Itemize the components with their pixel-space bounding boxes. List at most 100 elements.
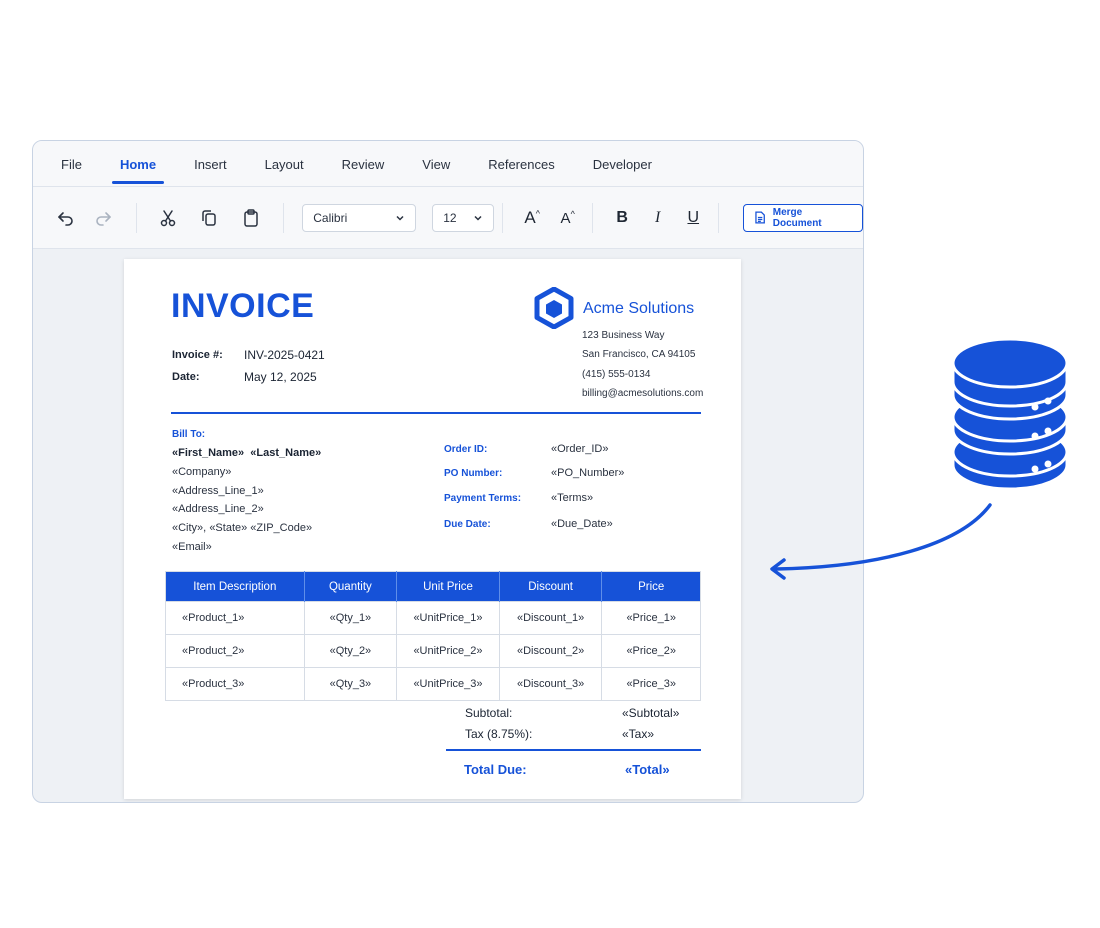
field-company: «Company» xyxy=(172,466,232,478)
tab-home[interactable]: Home xyxy=(111,141,165,187)
table-row: «Product_2» «Qty_2» «UnitPrice_2» «Disco… xyxy=(165,634,701,668)
copy-icon xyxy=(202,209,216,226)
redo-button[interactable] xyxy=(90,205,115,231)
hexagon-logo-icon xyxy=(534,287,574,329)
field-address-1: «Address_Line_1» xyxy=(172,485,264,497)
invoice-number-label: Invoice #: xyxy=(172,349,223,361)
arrow-icon xyxy=(770,503,992,580)
header-divider xyxy=(171,412,701,414)
copy-button[interactable] xyxy=(196,205,221,231)
field-last-name: «Last_Name» xyxy=(250,447,322,459)
field-terms: «Terms» xyxy=(551,492,594,504)
table-cell: «Qty_3» xyxy=(304,667,398,701)
field-due-date: «Due_Date» xyxy=(551,518,613,530)
table-cell: «Product_1» xyxy=(165,601,305,635)
font-size-value: 12 xyxy=(443,210,457,225)
table-header-row: Item Description Quantity Unit Price Dis… xyxy=(165,571,701,602)
table-cell: «Price_3» xyxy=(601,667,701,701)
field-po-number: «PO_Number» xyxy=(551,467,625,479)
font-family-select[interactable]: Calibri xyxy=(302,203,417,232)
table-row: «Product_3» «Qty_3» «UnitPrice_3» «Disco… xyxy=(165,667,701,701)
table-cell: «Discount_3» xyxy=(499,667,603,701)
font-size-select[interactable]: 12 xyxy=(432,203,495,232)
shrink-font-button[interactable]: A^ xyxy=(557,209,579,227)
field-tax: «Tax» xyxy=(622,727,655,741)
toolbar-divider xyxy=(283,202,285,233)
tab-developer[interactable]: Developer xyxy=(593,141,652,187)
bold-button[interactable]: B xyxy=(611,209,633,227)
bill-to-label: Bill To: xyxy=(172,429,206,440)
chevron-down-icon xyxy=(474,215,482,221)
cut-icon xyxy=(160,209,175,226)
company-phone: (415) 555-0134 xyxy=(582,369,651,380)
tab-view[interactable]: View xyxy=(422,141,450,187)
due-date-label: Due Date: xyxy=(444,519,491,530)
column-header: Item Description xyxy=(165,571,305,602)
field-subtotal: «Subtotal» xyxy=(622,706,680,720)
subtotal-label: Subtotal: xyxy=(465,706,513,720)
ribbon-tabs: File Home Insert Layout Review View Refe… xyxy=(33,141,863,187)
field-email: «Email» xyxy=(172,541,212,553)
company-address-1: 123 Business Way xyxy=(582,330,665,341)
tab-file[interactable]: File xyxy=(61,141,82,187)
table-cell: «Product_3» xyxy=(165,667,305,701)
tab-review[interactable]: Review xyxy=(342,141,385,187)
column-header: Price xyxy=(601,571,701,602)
table-cell: «Product_2» xyxy=(165,634,305,668)
field-state: «State» xyxy=(209,522,248,534)
underline-button[interactable]: U xyxy=(682,209,704,227)
total-due-label: Total Due: xyxy=(464,762,527,777)
toolbar-divider xyxy=(592,202,594,233)
font-family-value: Calibri xyxy=(313,210,348,225)
toolbar-divider xyxy=(502,202,504,233)
toolbar: Calibri 12 A^ A^ B I U Merge Document xyxy=(33,187,863,249)
tab-references[interactable]: References xyxy=(488,141,554,187)
field-zip: «ZIP_Code» xyxy=(250,522,313,534)
undo-icon xyxy=(57,211,73,226)
bill-to-name: «First_Name» «Last_Name» xyxy=(172,447,321,459)
tab-insert[interactable]: Insert xyxy=(194,141,227,187)
table-cell: «Qty_2» xyxy=(304,634,398,668)
merge-document-label: Merge Document xyxy=(772,206,822,229)
table-cell: «Discount_1» xyxy=(499,601,603,635)
invoice-title: INVOICE xyxy=(171,287,315,325)
document-icon xyxy=(755,211,765,224)
invoice-page[interactable]: INVOICE Invoice #: INV-2025-0421 Date: M… xyxy=(124,259,741,799)
column-header: Discount xyxy=(499,571,603,602)
invoice-date: May 12, 2025 xyxy=(244,370,317,384)
po-number-label: PO Number: xyxy=(444,468,503,479)
table-cell: «Qty_1» xyxy=(304,601,398,635)
grow-font-button[interactable]: A^ xyxy=(521,208,543,228)
line-items-table: Item Description Quantity Unit Price Dis… xyxy=(165,571,701,701)
column-header: Unit Price xyxy=(396,571,500,602)
undo-button[interactable] xyxy=(53,205,78,231)
table-cell: «Price_1» xyxy=(601,601,701,635)
payment-terms-label: Payment Terms: xyxy=(444,493,522,504)
merge-document-button[interactable]: Merge Document xyxy=(743,203,863,232)
redo-icon xyxy=(96,211,111,226)
italic-button[interactable]: I xyxy=(647,209,669,227)
cut-button[interactable] xyxy=(155,205,180,231)
toolbar-divider xyxy=(135,202,137,233)
tax-label: Tax (8.75%): xyxy=(465,727,533,741)
table-cell: «UnitPrice_3» xyxy=(396,667,500,701)
toolbar-divider xyxy=(718,202,719,233)
word-processor-window: File Home Insert Layout Review View Refe… xyxy=(32,140,864,803)
field-first-name: «First_Name» xyxy=(172,447,245,459)
order-id-label: Order ID: xyxy=(444,444,488,455)
field-order-id: «Order_ID» xyxy=(551,443,609,455)
company-name: Acme Solutions xyxy=(583,300,695,317)
company-email: billing@acmesolutions.com xyxy=(582,388,704,399)
bill-to-city-line: «City», «State» «ZIP_Code» xyxy=(172,522,312,534)
company-address-2: San Francisco, CA 94105 xyxy=(582,349,696,360)
field-address-2: «Address_Line_2» xyxy=(172,503,264,515)
tab-layout[interactable]: Layout xyxy=(265,141,304,187)
paste-button[interactable] xyxy=(238,205,263,231)
table-cell: «UnitPrice_2» xyxy=(396,634,500,668)
field-total: «Total» xyxy=(625,762,670,777)
table-cell: «Discount_2» xyxy=(499,634,603,668)
paste-icon xyxy=(243,208,258,227)
column-header: Quantity xyxy=(304,571,398,602)
totals-divider xyxy=(446,749,701,751)
invoice-date-label: Date: xyxy=(172,371,200,383)
